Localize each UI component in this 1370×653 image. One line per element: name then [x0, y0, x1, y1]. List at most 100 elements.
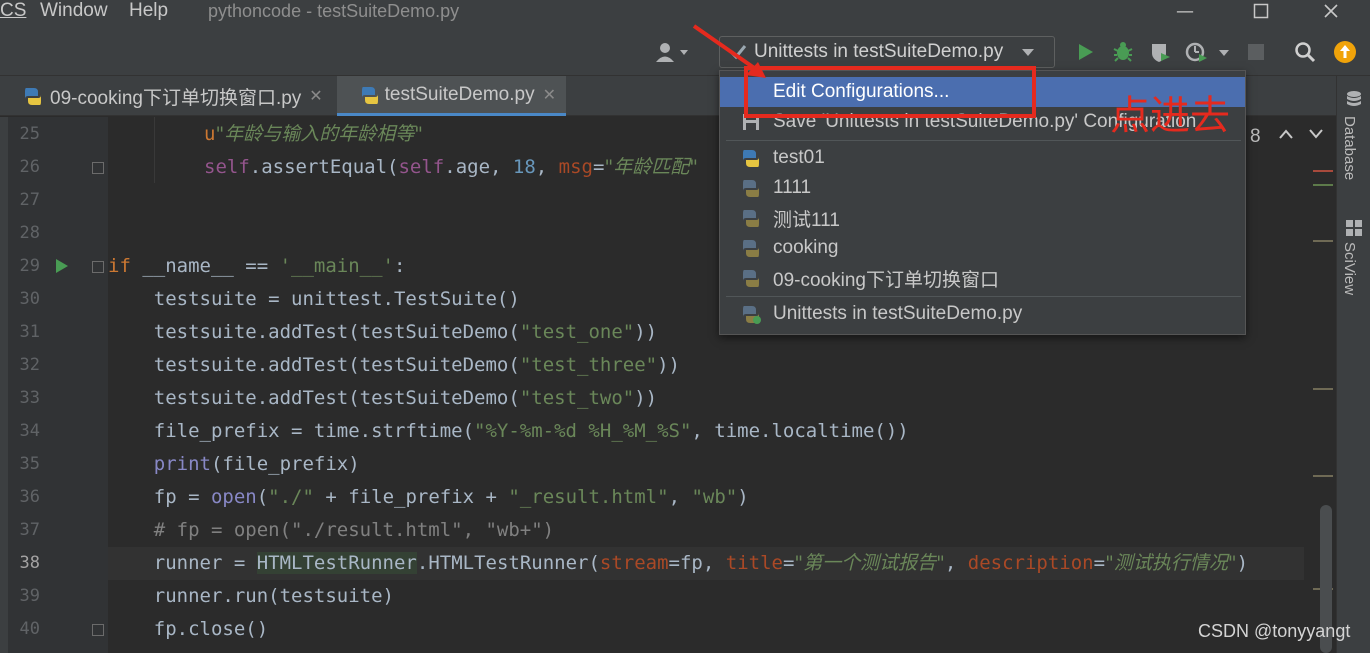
- python-icon: [740, 147, 762, 169]
- code-token: =fp,: [668, 552, 726, 574]
- sciview-tool-button[interactable]: SciView: [1341, 242, 1358, 295]
- code-token: "wb": [691, 486, 738, 508]
- config-item-test111[interactable]: 测试111: [720, 203, 1245, 233]
- python-file-icon: [25, 88, 41, 105]
- minimize-button[interactable]: —: [1170, 0, 1200, 22]
- error-stripe-mark[interactable]: [1313, 170, 1333, 172]
- chevron-up-icon[interactable]: [1278, 128, 1294, 140]
- code-line: file_prefix = time.strftime("%Y-%m-%d %H…: [108, 415, 909, 448]
- code-token: "test_two": [519, 387, 635, 409]
- code-token: file_prefix = time.strftime(: [108, 420, 475, 442]
- code-token: open: [210, 486, 257, 508]
- profile-button[interactable]: [1185, 40, 1235, 64]
- python-file-icon: [362, 86, 378, 104]
- maximize-button[interactable]: [1246, 0, 1276, 22]
- code-token: if: [108, 255, 143, 277]
- close-tab-icon[interactable]: ✕: [543, 85, 556, 105]
- coverage-button[interactable]: [1148, 40, 1172, 64]
- fold-marker-icon[interactable]: [92, 162, 104, 174]
- error-stripe-mark[interactable]: [1313, 388, 1333, 390]
- right-tool-panel: Database SciView: [1336, 76, 1370, 653]
- code-token: :: [394, 255, 406, 277]
- config-item-1111[interactable]: 1111: [720, 173, 1245, 203]
- code-line: self.assertEqual(self.age, 18, msg="年龄匹配…: [204, 151, 698, 184]
- stop-icon: [1248, 44, 1264, 60]
- code-token: self: [204, 156, 250, 178]
- python-faded-icon: [740, 237, 762, 259]
- coverage-icon: [1152, 44, 1170, 62]
- unittest-icon: [740, 303, 762, 325]
- config-item-09-cooking[interactable]: 09-cooking下订单切换窗口: [720, 263, 1245, 293]
- debug-button[interactable]: [1111, 40, 1135, 64]
- code-token: =: [782, 552, 795, 574]
- code-token: "年龄与输入的年龄相等": [215, 123, 423, 145]
- code-token: "年龄匹配": [604, 156, 698, 178]
- database-icon: [1347, 91, 1361, 106]
- code-token: stream: [599, 552, 669, 574]
- error-stripe-mark[interactable]: [1313, 240, 1333, 242]
- code-token: # fp = open("./result.html", "wb+"): [108, 519, 555, 541]
- tab-label: testSuiteDemo.py: [384, 83, 535, 105]
- code-token: "测试执行情况": [1105, 552, 1237, 574]
- code-token: .assertEqual(: [249, 156, 399, 178]
- indent-guide: [154, 117, 155, 183]
- profile-icon: [1185, 42, 1229, 62]
- update-button[interactable]: [1333, 40, 1357, 64]
- menu-item-help[interactable]: Help: [129, 0, 168, 22]
- window-title: pythoncode - testSuiteDemo.py: [208, 1, 460, 21]
- code-token: testsuite.addTest(testSuiteDemo(: [108, 354, 520, 376]
- code-token: ,: [668, 486, 692, 508]
- menu-separator: [726, 296, 1241, 297]
- code-line: testsuite = unittest.TestSuite(): [108, 283, 520, 316]
- search-button[interactable]: [1293, 40, 1317, 64]
- code-token: "./": [268, 486, 314, 508]
- python-faded-icon: [740, 177, 762, 199]
- fold-marker-icon[interactable]: [92, 261, 104, 273]
- gutter-edge: [0, 117, 8, 653]
- maximize-icon: [1253, 3, 1269, 19]
- stop-button[interactable]: [1244, 40, 1268, 64]
- run-icon: [1079, 44, 1093, 60]
- code-line: if __name__ == '__main__':: [108, 250, 405, 283]
- code-token: "第一个测试报告": [794, 552, 945, 574]
- code-token: title: [725, 552, 783, 574]
- fold-marker-icon[interactable]: [92, 624, 104, 636]
- error-stripe-mark[interactable]: [1313, 475, 1333, 477]
- code-line: testsuite.addTest(testSuiteDemo("test_th…: [108, 349, 680, 382]
- code-token: 18: [512, 156, 536, 178]
- run-configuration-label: Unittests in testSuiteDemo.py: [754, 41, 1004, 62]
- code-token: testsuite.addTest(testSuiteDemo(: [108, 387, 520, 409]
- code-token: ): [737, 486, 749, 508]
- search-icon: [1295, 42, 1316, 63]
- run-button[interactable]: [1073, 40, 1097, 64]
- tab-09-cooking[interactable]: 09-cooking下订单切换窗口.py ✕: [0, 76, 337, 116]
- config-item-cooking[interactable]: cooking: [720, 233, 1245, 263]
- code-token: testsuite = unittest.TestSuite(): [108, 288, 520, 310]
- config-item-test01[interactable]: test01: [720, 143, 1245, 173]
- close-icon: [1324, 4, 1338, 18]
- code-token: (: [256, 486, 269, 508]
- close-tab-icon[interactable]: ✕: [309, 86, 322, 106]
- config-item-unittests[interactable]: Unittests in testSuiteDemo.py: [720, 299, 1245, 329]
- menu-item-cs[interactable]: CS: [0, 0, 26, 22]
- code-line: # fp = open("./result.html", "wb+"): [108, 514, 554, 547]
- chevron-down-icon[interactable]: [1308, 128, 1324, 140]
- code-token: msg: [558, 156, 593, 178]
- code-token: "test_one": [519, 321, 635, 343]
- tab-testsuitedemo[interactable]: testSuiteDemo.py ✕: [337, 76, 566, 116]
- search-match-count: 8: [1250, 126, 1261, 147]
- line-number-gutter: 25 26 27 28 29 30 31 32 33 34 35 36 37 38 39 40: [0, 117, 108, 653]
- code-token: description: [967, 552, 1094, 574]
- code-line: runner = HTMLTestRunner.HTMLTestRunner(s…: [108, 547, 1248, 580]
- error-stripe-mark[interactable]: [1313, 184, 1333, 186]
- code-token: )): [657, 354, 680, 376]
- close-window-button[interactable]: [1316, 0, 1346, 22]
- code-token: =: [593, 156, 605, 178]
- code-token: runner =: [108, 552, 257, 574]
- database-tool-button[interactable]: Database: [1341, 116, 1358, 180]
- run-gutter-icon[interactable]: [55, 258, 69, 274]
- chevron-down-icon: [1022, 49, 1035, 56]
- menu-item-window[interactable]: Window: [40, 0, 108, 22]
- code-token: ,: [944, 552, 968, 574]
- code-token: testsuite.addTest(testSuiteDemo(: [108, 321, 520, 343]
